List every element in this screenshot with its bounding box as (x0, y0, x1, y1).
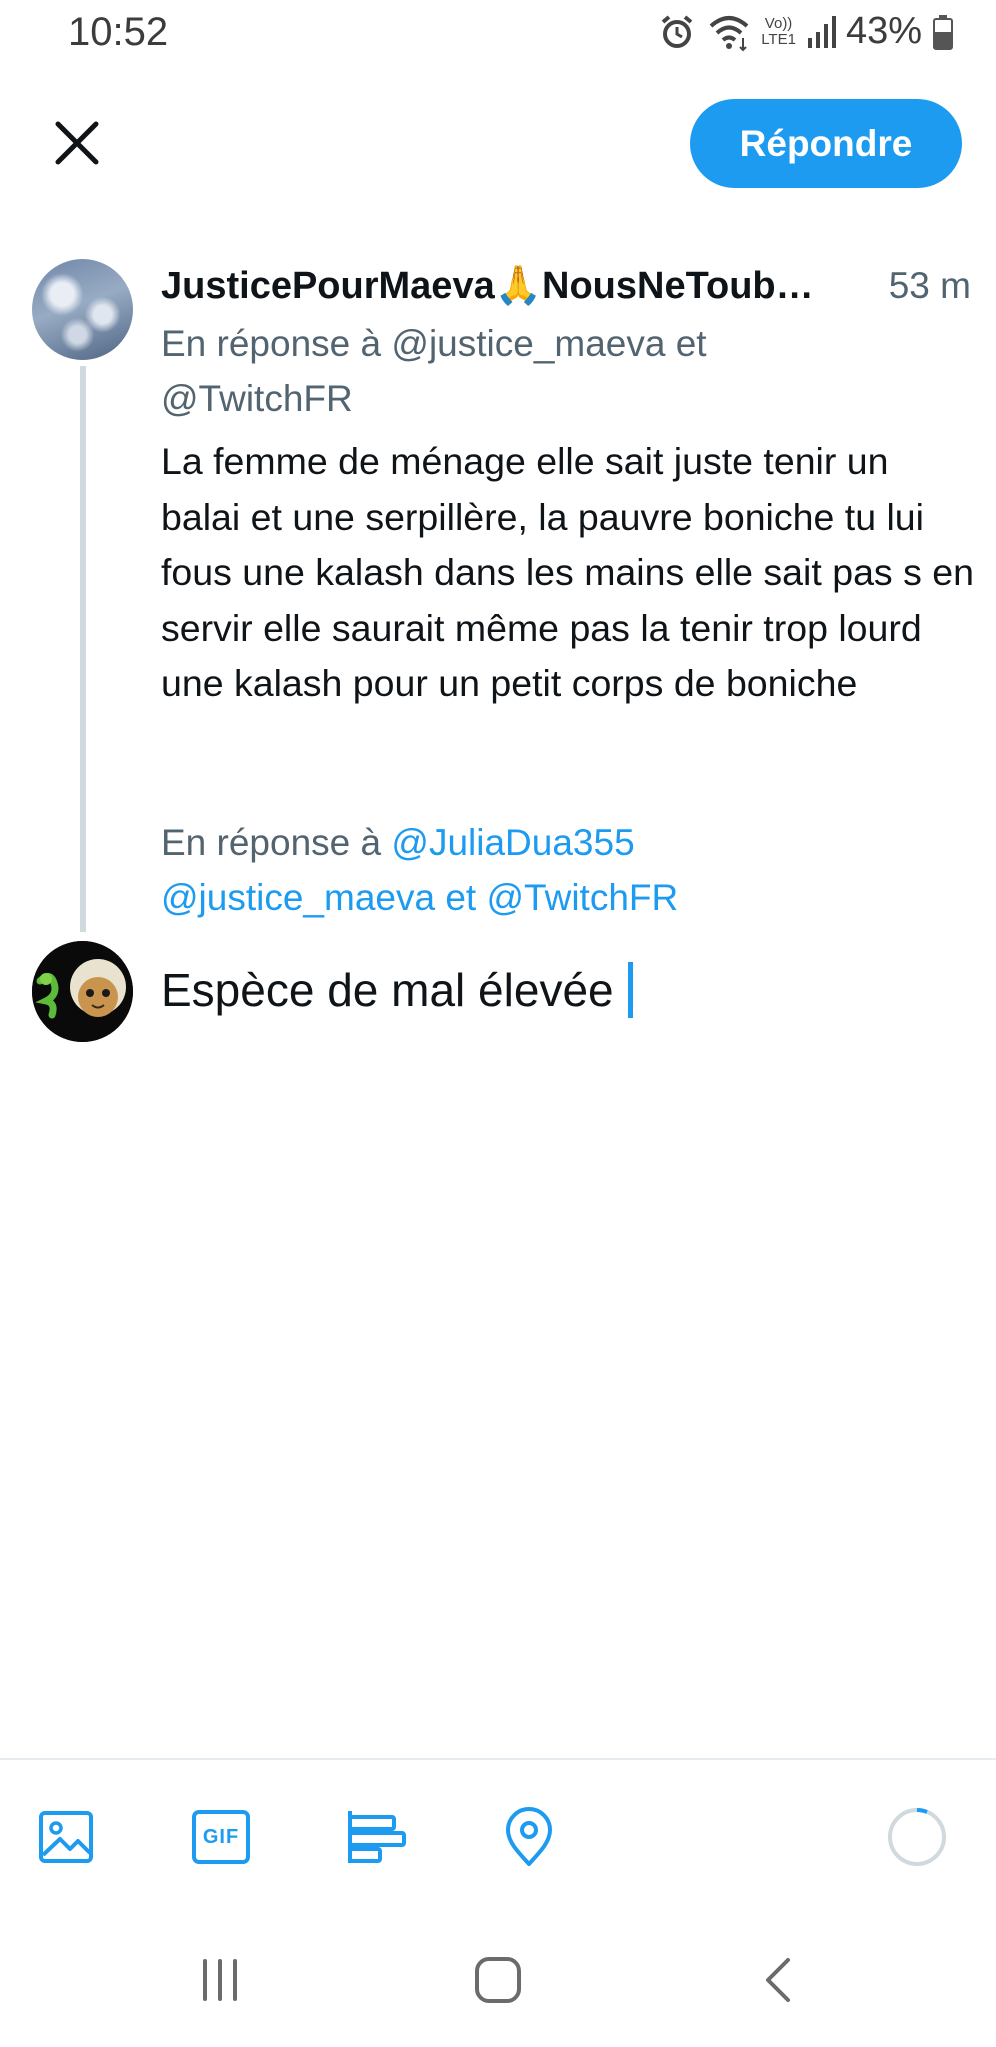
text-cursor (627, 962, 633, 1018)
network-type-icon: Vo)) LTE1 (761, 14, 796, 48)
network-label-top: Vo)) (764, 14, 793, 32)
mention-link[interactable]: @TwitchFR (487, 877, 679, 918)
network-label-bottom: LTE1 (761, 30, 796, 48)
image-icon[interactable] (34, 1805, 98, 1869)
mention-link[interactable]: @JuliaDua355 (391, 822, 634, 863)
back-icon[interactable] (748, 1945, 808, 2015)
close-icon[interactable] (46, 112, 108, 174)
tweet-text: La femme de ménage elle sait juste tenir… (161, 440, 974, 704)
status-time: 10:52 (68, 10, 169, 54)
battery-icon (932, 14, 954, 50)
character-count-progress (885, 1805, 949, 1869)
gif-label: GIF (202, 1825, 240, 1848)
gif-icon[interactable]: GIF (189, 1805, 253, 1869)
reply-context-line-1: En réponse à @justice_maeva et (161, 323, 707, 364)
reply-recipients[interactable]: En réponse à @JuliaDua355 @justice_maeva… (161, 815, 961, 925)
battery-percent: 43% (845, 10, 922, 52)
status-icons: Vo)) LTE1 43% (657, 10, 954, 53)
status-bar: 10:52 Vo)) LTE1 43% (0, 0, 996, 72)
author-name[interactable]: JusticePourMaeva🙏NousNeToub… (161, 264, 814, 308)
alarm-icon (657, 12, 697, 52)
reply-recipients-line-1: En réponse à @JuliaDua355 (161, 815, 961, 870)
thread-line (80, 366, 86, 932)
wifi-icon (707, 12, 751, 52)
home-icon[interactable] (468, 1945, 528, 2015)
compose-text: Espèce de mal élevée (161, 964, 614, 1016)
toolbar-divider (0, 1758, 996, 1760)
author-avatar[interactable] (32, 259, 133, 360)
connector-text: et (445, 877, 477, 918)
signal-icon (806, 14, 836, 50)
compose-input[interactable]: Espèce de mal élevée (161, 955, 633, 1025)
recent-apps-icon[interactable] (190, 1945, 250, 2015)
location-icon[interactable] (497, 1805, 561, 1869)
user-avatar[interactable] (32, 941, 133, 1042)
original-reply-context: En réponse à @justice_maeva et @TwitchFR (161, 316, 961, 426)
tweet-timestamp: 53 m (888, 265, 971, 306)
reply-recipients-line-2: @justice_maeva et @TwitchFR (161, 870, 961, 925)
reply-button[interactable]: Répondre (690, 99, 962, 188)
avatar-image (32, 941, 133, 1042)
reply-context-line-2: @TwitchFR (161, 378, 353, 419)
reply-prefix: En réponse à (161, 822, 382, 863)
mention-link[interactable]: @justice_maeva (161, 877, 435, 918)
poll-icon[interactable] (343, 1805, 407, 1869)
tweet-header: JusticePourMaeva🙏NousNeToub… 53 m (161, 258, 971, 314)
